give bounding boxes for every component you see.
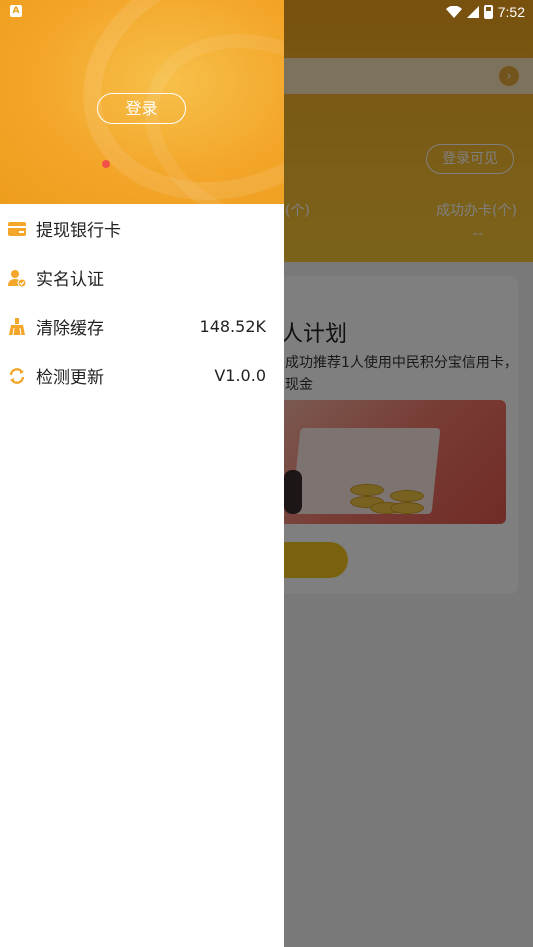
menu-item-bank-card[interactable]: 提现银行卡	[0, 204, 284, 253]
menu-item-label: 实名认证	[36, 270, 104, 290]
refresh-icon	[8, 367, 26, 385]
drawer-menu: 提现银行卡 实名认证 清除缓存 148.52K 检测更新 V1.0.0	[0, 204, 284, 400]
login-button[interactable]: 登录	[97, 93, 186, 124]
broom-icon	[8, 317, 26, 336]
verified-user-icon	[8, 269, 26, 287]
menu-item-real-name-verification[interactable]: 实名认证	[0, 253, 284, 302]
bank-card-icon	[8, 220, 26, 238]
app-notification-icon: A	[10, 5, 22, 17]
status-time: 7:52	[497, 4, 525, 20]
menu-item-label: 提现银行卡	[36, 221, 121, 241]
wifi-icon	[445, 6, 462, 18]
status-bar: A 7:52	[0, 0, 533, 24]
drawer-header: 登录	[0, 0, 284, 204]
signal-icon	[466, 6, 479, 18]
menu-item-label: 清除缓存	[36, 319, 104, 339]
version-value: V1.0.0	[214, 366, 266, 385]
menu-item-label: 检测更新	[36, 368, 104, 388]
update-badge	[102, 160, 110, 168]
cache-size-value: 148.52K	[199, 317, 266, 336]
menu-item-clear-cache[interactable]: 清除缓存 148.52K	[0, 302, 284, 351]
battery-icon	[483, 5, 493, 19]
menu-item-check-update[interactable]: 检测更新 V1.0.0	[0, 351, 284, 400]
navigation-drawer: 登录 提现银行卡 实名认证 清除缓存 148.52K 检测更新 V1.0.0	[0, 0, 284, 947]
